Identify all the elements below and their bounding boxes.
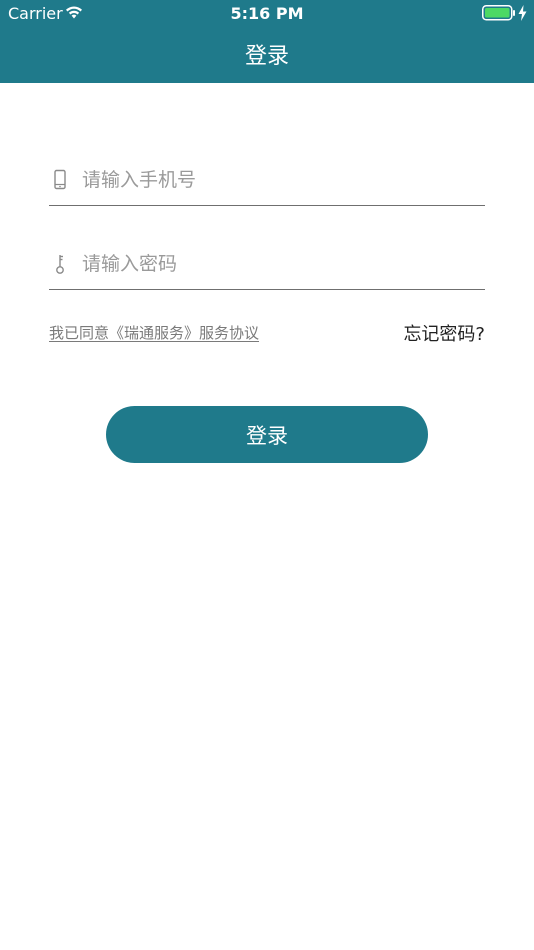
phone-icon <box>54 169 66 190</box>
forgot-password-link[interactable]: 忘记密码? <box>403 323 485 347</box>
status-time: 5:16 PM <box>230 4 304 23</box>
status-bar: Carrier 5:16 PM <box>0 0 534 28</box>
header: Carrier 5:16 PM 登录 <box>0 0 534 83</box>
login-screen: Carrier 5:16 PM 登录 请输入手机号 我已同意《瑞通服务》服务协议… <box>0 0 534 950</box>
page-title: 登录 <box>244 44 289 69</box>
service-agreement-link[interactable]: 我已同意《瑞通服务》服务协议 <box>49 323 259 343</box>
key-icon <box>56 255 64 274</box>
phone-input[interactable] <box>82 164 472 196</box>
password-input[interactable] <box>82 248 472 280</box>
battery-icon <box>482 5 515 21</box>
charging-icon <box>518 5 527 21</box>
phone-field <box>49 156 485 206</box>
login-button[interactable]: 登录 <box>106 406 428 463</box>
password-field <box>49 240 485 290</box>
